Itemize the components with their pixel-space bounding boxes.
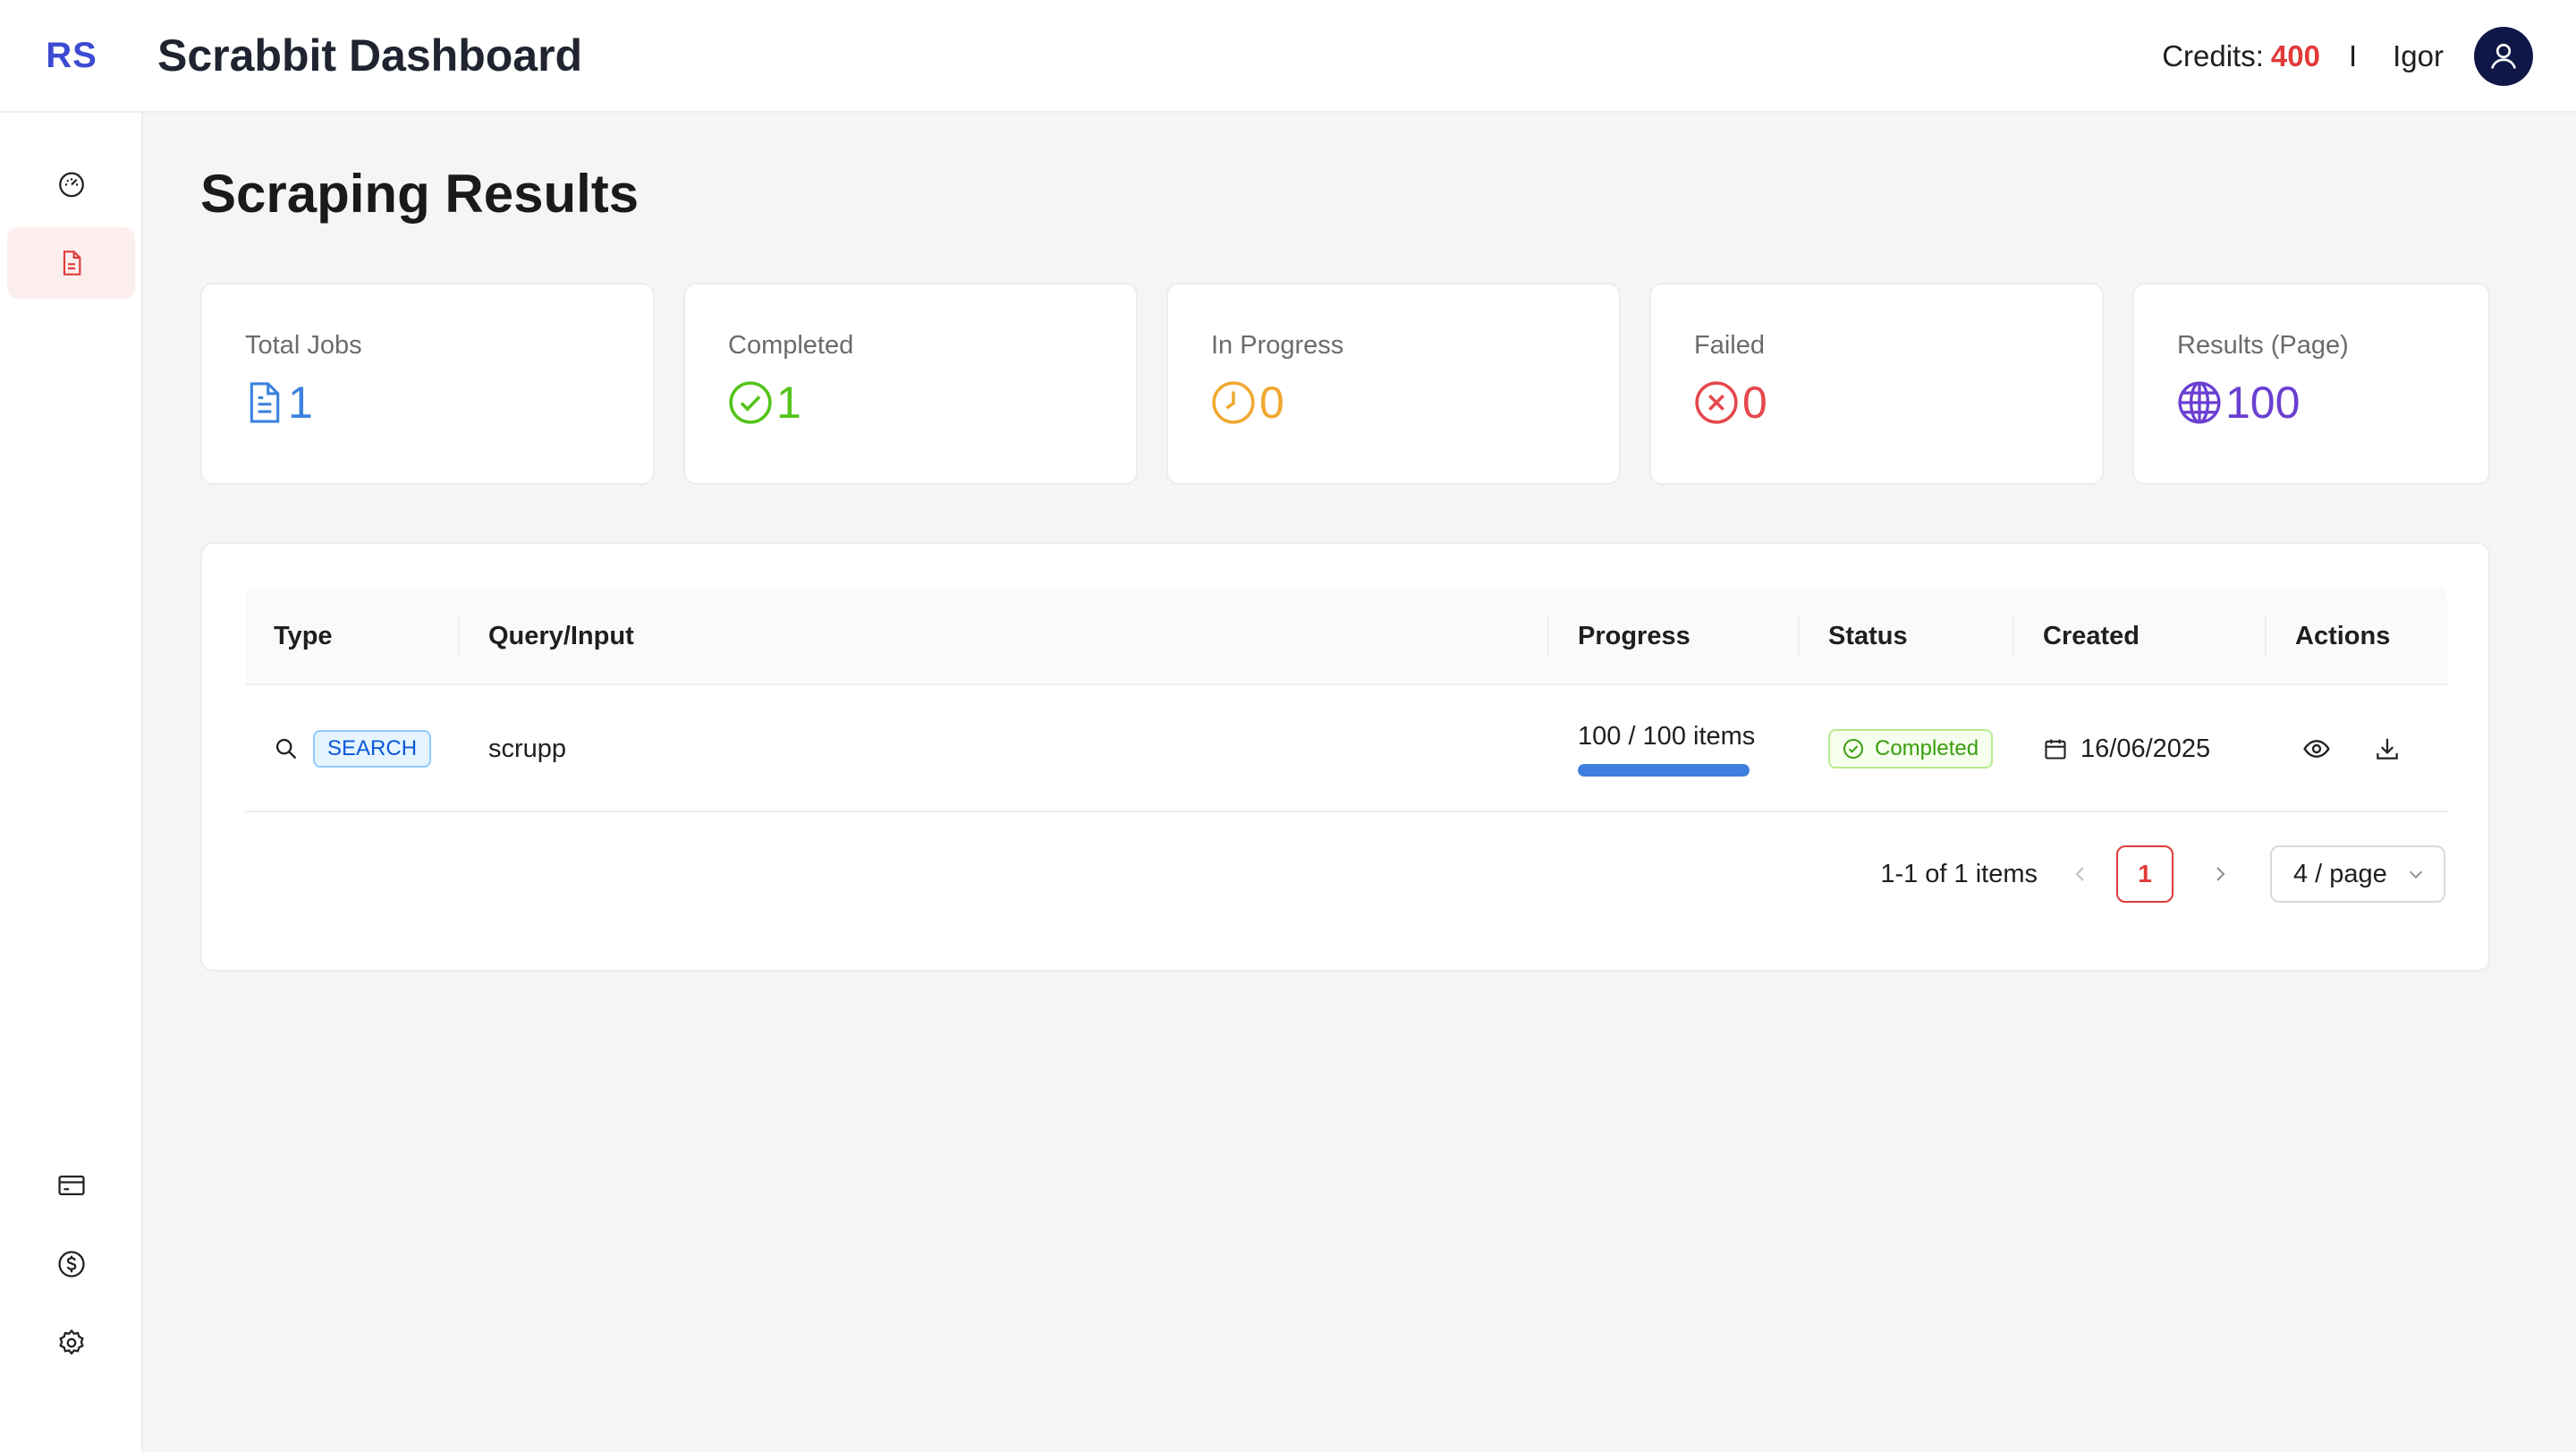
download-button[interactable] <box>2374 735 2401 762</box>
chevron-down-icon <box>2409 870 2423 879</box>
chevron-left-icon <box>2075 867 2084 881</box>
download-icon <box>2377 738 2398 760</box>
document-icon <box>250 382 280 423</box>
stat-label: In Progress <box>1211 331 1344 360</box>
column-header-progress[interactable]: Progress <box>1578 587 1690 685</box>
cell-type: SEARCH <box>274 685 432 812</box>
stat-value: 0 <box>1742 378 1767 428</box>
page-button-1[interactable]: 1 <box>2116 845 2174 903</box>
app-logo[interactable]: RS <box>0 0 143 112</box>
page-size-select[interactable]: 4 / page <box>2270 845 2445 903</box>
app-root: RS Scrabbit Dashboard Credits: 400 I Igo… <box>0 0 2576 1452</box>
header-user-area: Credits: 400 I Igor <box>2162 0 2533 113</box>
check-circle-icon <box>1843 739 1863 759</box>
status-text: Completed <box>1875 736 1979 760</box>
stat-label: Completed <box>728 331 854 360</box>
user-icon <box>2490 43 2517 69</box>
results-table-card: Type Query/Input Progress Status Created… <box>200 542 2490 972</box>
search-icon <box>275 738 297 760</box>
main-content: Scraping Results Total Jobs 1 Completed <box>143 113 2576 1452</box>
column-header-actions: Actions <box>2295 621 2391 650</box>
stat-value: 1 <box>288 378 313 428</box>
column-header-created[interactable]: Created <box>2043 587 2140 685</box>
page-title: Scraping Results <box>200 164 640 224</box>
column-header-status[interactable]: Status <box>1828 587 1908 685</box>
app-title: Scrabbit Dashboard <box>157 30 583 81</box>
header-separator: I <box>2348 39 2358 72</box>
stat-card-total-jobs: Total Jobs 1 <box>200 283 655 485</box>
sidebar-item-results[interactable] <box>7 227 135 299</box>
cell-progress: 100 / 100 items <box>1578 685 1755 812</box>
column-header-type[interactable]: Type <box>274 587 333 685</box>
created-date: 16/06/2025 <box>2080 734 2211 763</box>
next-page-button[interactable] <box>2209 863 2231 885</box>
sidebar <box>0 113 143 1452</box>
stat-card-failed: Failed 0 <box>1649 283 2104 485</box>
settings-gear-icon <box>58 1329 84 1355</box>
progress-text: 100 / 100 items <box>1578 721 1756 751</box>
view-button[interactable] <box>2302 734 2331 763</box>
sidebar-item-billing[interactable] <box>7 1150 135 1221</box>
stat-card-completed: Completed 1 <box>683 283 1138 485</box>
avatar[interactable] <box>2474 27 2533 86</box>
dashboard-gauge-icon <box>58 172 84 198</box>
top-header: RS Scrabbit Dashboard Credits: 400 I Igo… <box>0 0 2576 113</box>
dollar-circle-icon <box>57 1251 85 1278</box>
table-header: Type Query/Input Progress Status Created… <box>245 587 2447 685</box>
calendar-icon <box>2045 739 2066 760</box>
stat-card-results-page: Results (Page) 100 <box>2132 283 2490 485</box>
clock-icon <box>1212 381 1255 424</box>
stat-label: Results (Page) <box>2177 331 2349 360</box>
chevron-right-icon <box>2216 867 2225 881</box>
cell-created: 16/06/2025 <box>2043 685 2210 812</box>
sidebar-item-pricing[interactable] <box>7 1228 135 1300</box>
stat-value: 0 <box>1259 378 1284 428</box>
stat-label: Failed <box>1694 331 1765 360</box>
progress-bar <box>1578 763 1750 777</box>
cell-status: Completed <box>1828 685 1994 812</box>
column-header-query[interactable]: Query/Input <box>488 587 634 685</box>
close-circle-icon <box>1695 381 1738 424</box>
stat-value: 1 <box>776 378 801 428</box>
credit-card-icon <box>57 1175 85 1196</box>
pagination: 1-1 of 1 items 1 4 / page <box>1880 845 2445 904</box>
sidebar-item-settings[interactable] <box>7 1307 135 1379</box>
type-tag: SEARCH <box>313 730 432 768</box>
user-name[interactable]: Igor <box>2393 39 2444 73</box>
cell-query: scrupp <box>488 734 567 763</box>
stat-label: Total Jobs <box>245 331 362 360</box>
eye-icon <box>2303 740 2330 758</box>
check-circle-icon <box>729 381 772 424</box>
stat-card-in-progress: In Progress 0 <box>1166 283 1621 485</box>
page-size-value: 4 / page <box>2293 859 2387 888</box>
progress-fill <box>1578 763 1750 777</box>
stat-value: 100 <box>2225 378 2301 428</box>
status-badge: Completed <box>1828 729 1994 768</box>
pagination-summary: 1-1 of 1 items <box>1880 859 2038 888</box>
credits-label: Credits: <box>2162 39 2264 72</box>
sidebar-item-dashboard[interactable] <box>7 148 135 219</box>
document-icon <box>63 250 80 276</box>
credits-value: 400 <box>2270 39 2320 72</box>
prev-page-button[interactable] <box>2070 863 2091 885</box>
globe-icon <box>2178 381 2221 424</box>
cell-actions <box>2295 685 2401 812</box>
table-row: SEARCH scrupp 100 / 100 items Completed … <box>245 685 2447 812</box>
